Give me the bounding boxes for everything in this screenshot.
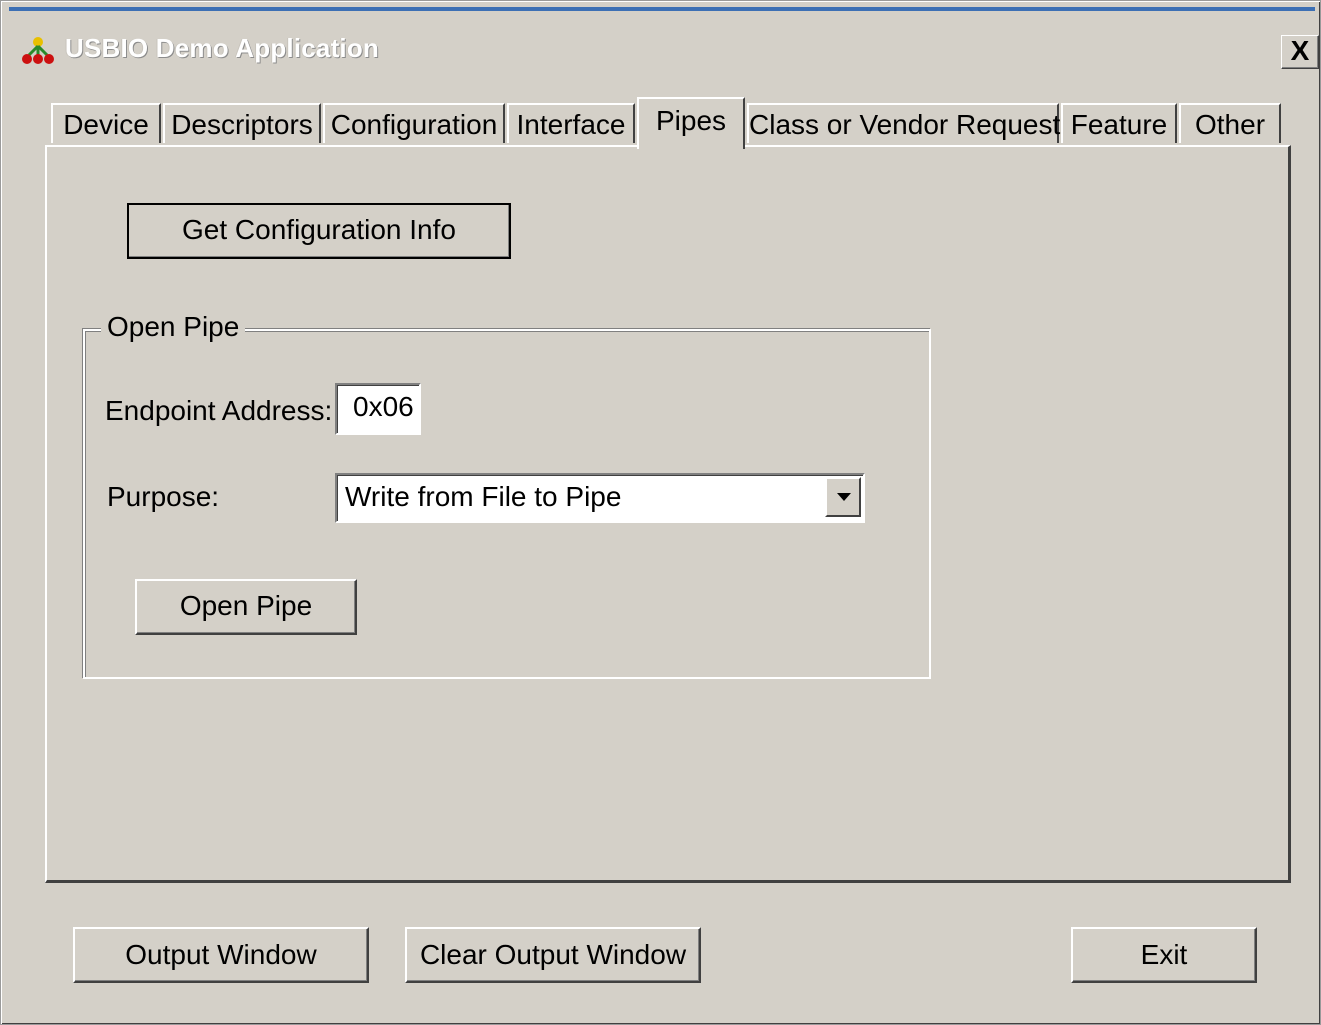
close-icon: X <box>1290 35 1310 66</box>
exit-button[interactable]: Exit <box>1071 927 1257 983</box>
purpose-select[interactable]: Write from File to Pipe <box>335 473 865 523</box>
chevron-down-icon[interactable] <box>825 477 861 517</box>
tab-class-or-vendor-request[interactable]: Class or Vendor Request <box>747 103 1060 143</box>
tab-descriptors[interactable]: Descriptors <box>163 103 321 143</box>
tab-device[interactable]: Device <box>51 103 161 143</box>
clear-output-window-button[interactable]: Clear Output Window <box>405 927 701 983</box>
tab-strip: Device Descriptors Configuration Interfa… <box>45 97 1295 149</box>
window-title: USBIO Demo Application <box>65 33 380 63</box>
tab-interface[interactable]: Interface <box>507 103 635 143</box>
purpose-selected-value: Write from File to Pipe <box>345 481 622 512</box>
pipes-tab-panel: Get Configuration Info Open Pipe Endpoin… <box>45 145 1291 883</box>
app-window: USBIO Demo Application X Device Descript… <box>0 0 1321 1025</box>
open-pipe-button[interactable]: Open Pipe <box>135 579 357 635</box>
tab-configuration[interactable]: Configuration <box>323 103 505 143</box>
close-button[interactable]: X <box>1281 35 1319 69</box>
endpoint-address-label: Endpoint Address: <box>105 395 333 426</box>
tab-pipes[interactable]: Pipes <box>637 97 745 149</box>
open-pipe-groupbox: Open Pipe Endpoint Address: 0x06 Purpose… <box>83 311 931 679</box>
tab-other[interactable]: Other <box>1179 103 1281 143</box>
tab-feature[interactable]: Feature <box>1061 103 1177 143</box>
title-bar[interactable]: USBIO Demo Application X <box>9 7 1319 81</box>
app-icon <box>22 37 54 64</box>
purpose-label: Purpose: <box>107 481 220 512</box>
open-pipe-group-title: Open Pipe <box>101 311 246 343</box>
get-configuration-info-button[interactable]: Get Configuration Info <box>127 203 511 259</box>
output-window-button[interactable]: Output Window <box>73 927 369 983</box>
endpoint-address-input[interactable]: 0x06 <box>335 383 421 435</box>
